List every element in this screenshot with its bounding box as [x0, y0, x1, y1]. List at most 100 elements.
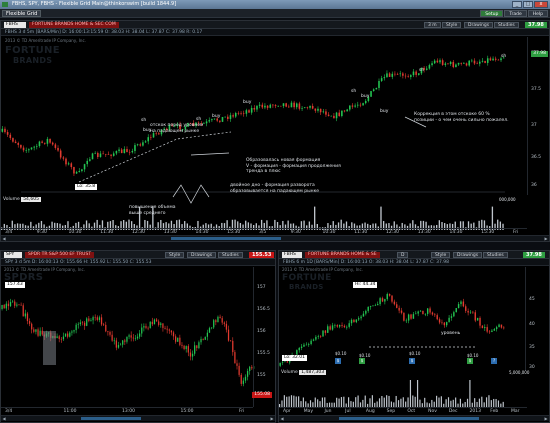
candle-body [210, 327, 213, 329]
dividend-icon[interactable]: $ [467, 358, 473, 364]
candle-body [200, 338, 202, 343]
horizontal-scrollbar[interactable]: ◀ ▶ [1, 235, 549, 241]
candle-body [174, 336, 177, 342]
minimize-button[interactable]: _ [512, 1, 522, 8]
setup-button[interactable]: Setup [480, 10, 504, 17]
volume-bar [481, 396, 483, 407]
symbol-input[interactable]: FBHS [4, 22, 26, 28]
help-button[interactable]: Help [527, 10, 548, 17]
volume-bar [440, 396, 442, 407]
symbol-input[interactable]: FBHS [282, 252, 302, 258]
candle-body [24, 313, 26, 317]
candle-body [353, 319, 355, 323]
scroll-thumb[interactable] [81, 417, 141, 420]
candle-body [493, 329, 496, 331]
close-button[interactable]: x [534, 1, 548, 8]
candle-body [351, 105, 354, 107]
dividend-icon[interactable]: $ [335, 358, 341, 364]
dividend-icon[interactable]: $ [409, 358, 415, 364]
maximize-button[interactable]: □ [523, 1, 533, 8]
symbol-input[interactable]: SPY [4, 252, 22, 258]
volume-bar [388, 395, 390, 407]
period-button[interactable]: D [397, 252, 409, 258]
x-tick: Sep [386, 409, 396, 414]
studies-button[interactable]: Studies [483, 252, 508, 258]
candle-body [439, 60, 441, 63]
y-tick: 155 [257, 373, 266, 378]
candle-body [166, 328, 168, 330]
candle-body [384, 299, 386, 302]
volume-bar [340, 397, 343, 407]
style-button[interactable]: Style [431, 252, 451, 258]
candle-body [185, 346, 187, 350]
volume-bar [293, 395, 295, 407]
scroll-thumb[interactable] [171, 237, 281, 240]
candle-body [73, 167, 75, 174]
price-chart[interactable] [1, 267, 255, 407]
price-axis: 38 37.5 37 36.5 36 [527, 37, 549, 195]
candle-body [120, 149, 123, 154]
candle-body [476, 63, 478, 65]
candle-body [219, 316, 221, 319]
candle-body [227, 116, 229, 119]
candle-body [403, 312, 405, 321]
scroll-left-icon[interactable]: ◀ [1, 236, 7, 241]
candle-body [324, 330, 327, 333]
studies-button[interactable]: Studies [218, 252, 243, 258]
candle-body [253, 107, 256, 110]
style-button[interactable]: Style [165, 252, 185, 258]
candle-body [36, 146, 38, 147]
candle-body [43, 142, 46, 144]
candle-body [394, 73, 396, 75]
price-chart[interactable] [279, 267, 527, 371]
candle-body [396, 304, 398, 308]
drawings-button[interactable]: Drawings [187, 252, 217, 258]
candle-body [317, 336, 319, 337]
drawings-button[interactable]: Drawings [464, 22, 494, 28]
symbol-description: SPDR TR S&P 500 EF TRUST [25, 252, 95, 258]
volume-chart [279, 380, 504, 407]
tab-flexible-grid[interactable]: Flexible Grid [2, 10, 42, 17]
y-tick: 156.5 [257, 307, 270, 312]
scroll-right-icon[interactable]: ▶ [543, 416, 549, 421]
volume-bar [459, 398, 461, 407]
signal-sh: sh [501, 54, 507, 59]
candle-body [145, 326, 147, 328]
scroll-thumb[interactable] [339, 417, 479, 420]
studies-button[interactable]: Studies [494, 22, 519, 28]
candle-body [62, 157, 65, 159]
earnings-icon[interactable]: ? [491, 358, 497, 364]
candle-body [224, 116, 226, 118]
candle-body [372, 305, 374, 307]
scroll-left-icon[interactable]: ◀ [279, 416, 285, 421]
scroll-left-icon[interactable]: ◀ [1, 416, 7, 421]
candle-body [356, 104, 359, 106]
candle-body [327, 326, 329, 333]
volume-bar [438, 397, 440, 407]
volume-bar [478, 398, 481, 407]
horizontal-scrollbar[interactable]: ◀ ▶ [279, 415, 549, 421]
candle-body [438, 319, 441, 323]
chart-toolbar: SPY SPDR TR S&P 500 EF TRUST Style Drawi… [1, 251, 275, 259]
scroll-right-icon[interactable]: ▶ [543, 236, 549, 241]
scroll-right-icon[interactable]: ▶ [269, 416, 275, 421]
candle-body [319, 336, 322, 337]
candle-body [333, 115, 335, 119]
candle-body [301, 108, 303, 109]
candle-body [379, 298, 381, 305]
dividend-icon[interactable]: $ [359, 358, 365, 364]
candle-body [102, 153, 104, 155]
candle-body [240, 113, 242, 114]
drawings-button[interactable]: Drawings [453, 252, 483, 258]
candle-body [462, 301, 465, 307]
candle-body [374, 305, 377, 306]
volume-bar [321, 397, 324, 407]
period-button[interactable]: 3 m [424, 22, 441, 28]
volume-bar [357, 395, 359, 407]
chart-panel-spy: SPY SPDR TR S&P 500 EF TRUST Style Drawi… [0, 250, 276, 423]
trade-button[interactable]: Trade [504, 10, 527, 17]
horizontal-scrollbar[interactable]: ◀ ▶ [1, 415, 275, 421]
candle-body [147, 327, 149, 329]
volume-title: Volume [281, 370, 298, 375]
style-button[interactable]: Style [442, 22, 462, 28]
